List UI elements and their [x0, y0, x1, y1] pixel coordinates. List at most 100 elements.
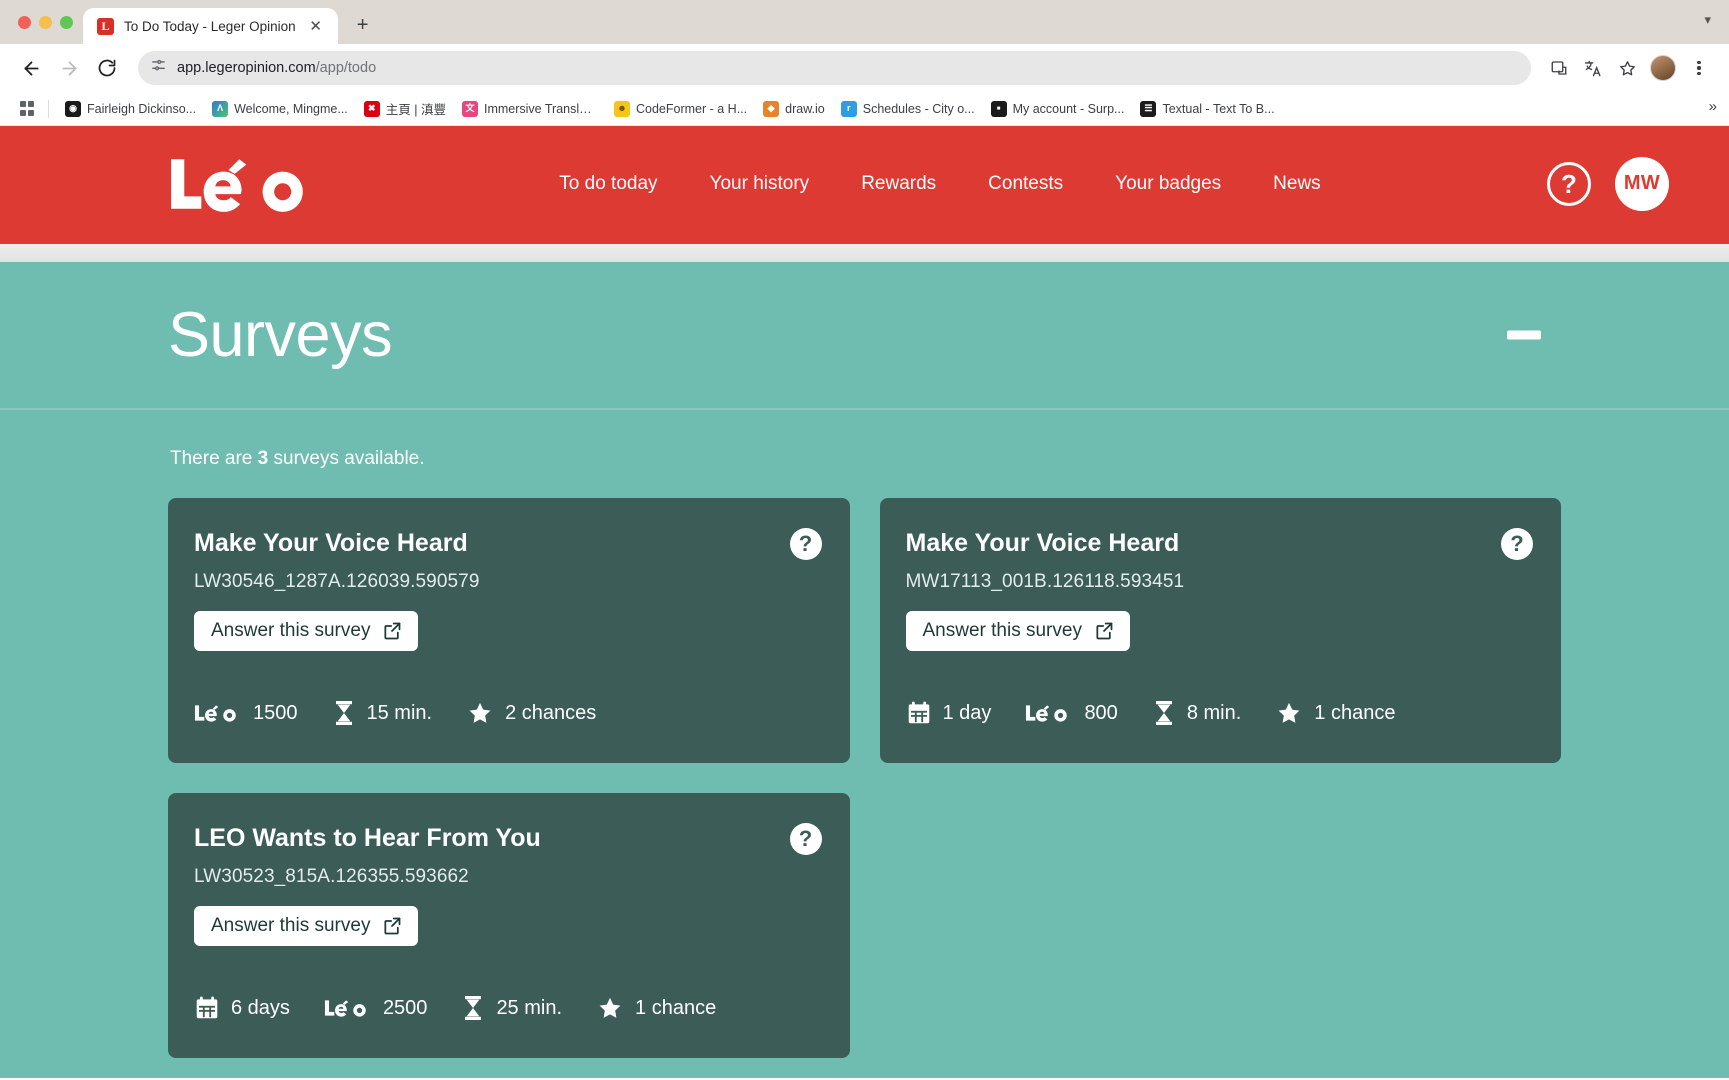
availability-prefix: There are: [170, 448, 258, 469]
external-link-icon: [384, 622, 401, 640]
survey-card[interactable]: Make Your Voice Heard ? LW30546_1287A.12…: [168, 498, 850, 763]
address-bar[interactable]: app.legeropinion.com/app/todo: [138, 51, 1531, 85]
stat-duration: 8 min.: [1152, 700, 1241, 726]
help-question-icon[interactable]: ?: [789, 823, 822, 855]
help-question-icon[interactable]: ?: [1547, 161, 1591, 206]
bookmarks-overflow-icon[interactable]: »: [1705, 98, 1721, 115]
bookmark-item[interactable]: ■ My account - Surp...: [983, 97, 1133, 121]
site-header: To do today Your history Rewards Contest…: [0, 126, 1729, 241]
survey-stats: 1 day 800 8 min. 1 chance: [906, 689, 1534, 763]
install-app-icon[interactable]: [1543, 52, 1575, 84]
immersive-translate-icon: 文: [461, 100, 478, 117]
leo-logo-icon[interactable]: [168, 153, 323, 215]
header-shadow-strip: [0, 244, 1729, 262]
user-avatar[interactable]: MW: [1615, 156, 1669, 211]
close-window-button[interactable]: [18, 15, 31, 29]
answer-survey-label: Answer this survey: [211, 915, 371, 936]
profile-avatar[interactable]: [1650, 55, 1676, 81]
page-content: To do today Your history Rewards Contest…: [0, 126, 1729, 1078]
translate-icon[interactable]: [1577, 52, 1609, 84]
bookmark-star-icon[interactable]: [1611, 52, 1643, 84]
stat-value: 1 chance: [635, 996, 717, 1019]
survey-card-header: Make Your Voice Heard ?: [905, 528, 1533, 560]
hourglass-icon: [335, 701, 352, 725]
close-tab-icon[interactable]: ✕: [306, 16, 326, 36]
answer-survey-label: Answer this survey: [922, 620, 1082, 641]
survey-card[interactable]: Make Your Voice Heard ? MW17113_001B.126…: [879, 498, 1561, 763]
stat-value: 8 min.: [1186, 701, 1242, 724]
bookmark-item[interactable]: ☰ Textual - Text To B...: [1132, 97, 1282, 121]
survey-title: Make Your Voice Heard: [194, 529, 468, 557]
survey-title: LEO Wants to Hear From You: [194, 824, 541, 852]
huggingface-icon: ☻: [613, 100, 630, 117]
bookmark-item[interactable]: ◆ draw.io: [755, 97, 833, 121]
bookmark-item[interactable]: r Schedules - City o...: [833, 97, 983, 121]
answer-survey-label: Answer this survey: [211, 620, 371, 641]
account-icon: ■: [990, 100, 1007, 117]
nav-your-badges[interactable]: Your badges: [1115, 173, 1221, 195]
stat-points: 800: [1025, 701, 1118, 725]
bookmark-item[interactable]: 文 Immersive Translat...: [454, 97, 606, 121]
bookmark-item[interactable]: ◉ Fairleigh Dickinso...: [57, 97, 204, 121]
answer-survey-button[interactable]: Answer this survey: [905, 611, 1130, 651]
nav-news[interactable]: News: [1273, 173, 1321, 195]
bookmarks-bar: ◉ Fairleigh Dickinso... Λ Welcome, Mingm…: [0, 92, 1729, 126]
availability-suffix: surveys available.: [268, 448, 425, 469]
survey-card[interactable]: LEO Wants to Hear From You ? LW30523_815…: [168, 793, 850, 1058]
stat-value: 800: [1084, 701, 1118, 724]
hourglass-icon: [1155, 701, 1172, 725]
nav-to-do-today[interactable]: To do today: [559, 173, 657, 195]
site-navigation: To do today Your history Rewards Contest…: [363, 173, 1517, 195]
help-question-icon[interactable]: ?: [789, 528, 822, 560]
reload-icon[interactable]: [90, 51, 124, 85]
bookmark-label: Welcome, Mingme...: [234, 101, 348, 116]
availability-text: There are 3 surveys available.: [168, 410, 1561, 498]
stat-value: 6 days: [231, 996, 290, 1019]
nav-rewards[interactable]: Rewards: [861, 173, 936, 195]
bookmark-item[interactable]: Λ Welcome, Mingme...: [204, 97, 356, 121]
nav-your-history[interactable]: Your history: [710, 173, 810, 195]
bookmark-label: Fairleigh Dickinso...: [87, 101, 197, 116]
surveys-banner: Surveys: [0, 262, 1729, 410]
minimize-window-button[interactable]: [39, 15, 52, 29]
maximize-window-button[interactable]: [60, 15, 73, 29]
three-dot-menu-icon[interactable]: [1683, 52, 1715, 84]
forward-arrow-icon[interactable]: [52, 51, 86, 85]
tab-title: To Do Today - Leger Opinion: [124, 18, 296, 34]
leo-points-icon: [1026, 705, 1068, 722]
leo-points-icon: [194, 705, 236, 722]
tab-strip: L To Do Today - Leger Opinion ✕ + ▾: [0, 0, 1729, 44]
bookmark-item[interactable]: ☻ CodeFormer - a H...: [606, 97, 755, 121]
minus-icon[interactable]: [1507, 330, 1541, 340]
answer-survey-button[interactable]: Answer this survey: [194, 906, 419, 946]
url-text: app.legeropinion.com/app/todo: [177, 60, 377, 76]
stat-duration: 15 min.: [332, 700, 432, 726]
tab-list-chevron-down-icon[interactable]: ▾: [1704, 12, 1711, 28]
back-arrow-icon[interactable]: [14, 51, 48, 85]
survey-cards-grid: Make Your Voice Heard ? LW30546_1287A.12…: [168, 498, 1561, 1058]
calendar-icon: [908, 701, 929, 724]
hourglass-icon: [465, 996, 482, 1020]
stat-points: 1500: [194, 702, 298, 725]
survey-card-header: Make Your Voice Heard ?: [194, 528, 822, 560]
new-tab-button[interactable]: +: [348, 10, 378, 40]
help-question-icon[interactable]: ?: [1501, 528, 1533, 560]
star-icon: [1278, 702, 1300, 723]
toolbar-actions: [1543, 52, 1715, 84]
surveys-content: There are 3 surveys available. Make Your…: [0, 410, 1729, 1058]
nav-contests[interactable]: Contests: [988, 173, 1063, 195]
hsbc-icon: ✖: [363, 100, 380, 117]
stat-value: 1 chance: [1314, 701, 1396, 724]
stat-deadline: 6 days: [194, 995, 290, 1021]
tab-favicon-icon: L: [97, 17, 114, 35]
browser-tab[interactable]: L To Do Today - Leger Opinion ✕: [83, 8, 338, 44]
globe-icon: ◉: [65, 100, 81, 117]
answer-survey-button[interactable]: Answer this survey: [194, 611, 419, 651]
site-settings-icon[interactable]: [150, 57, 167, 79]
bookmark-item[interactable]: ✖ 主頁 | 滇豐: [356, 95, 454, 122]
survey-stats: 6 days 2500 25 min. 1 chance: [194, 984, 822, 1058]
bookmark-label: Immersive Translat...: [483, 101, 598, 116]
stat-deadline: 1 day: [906, 700, 991, 726]
apps-grid-icon[interactable]: [12, 96, 42, 122]
survey-title: Make Your Voice Heard: [905, 529, 1180, 557]
